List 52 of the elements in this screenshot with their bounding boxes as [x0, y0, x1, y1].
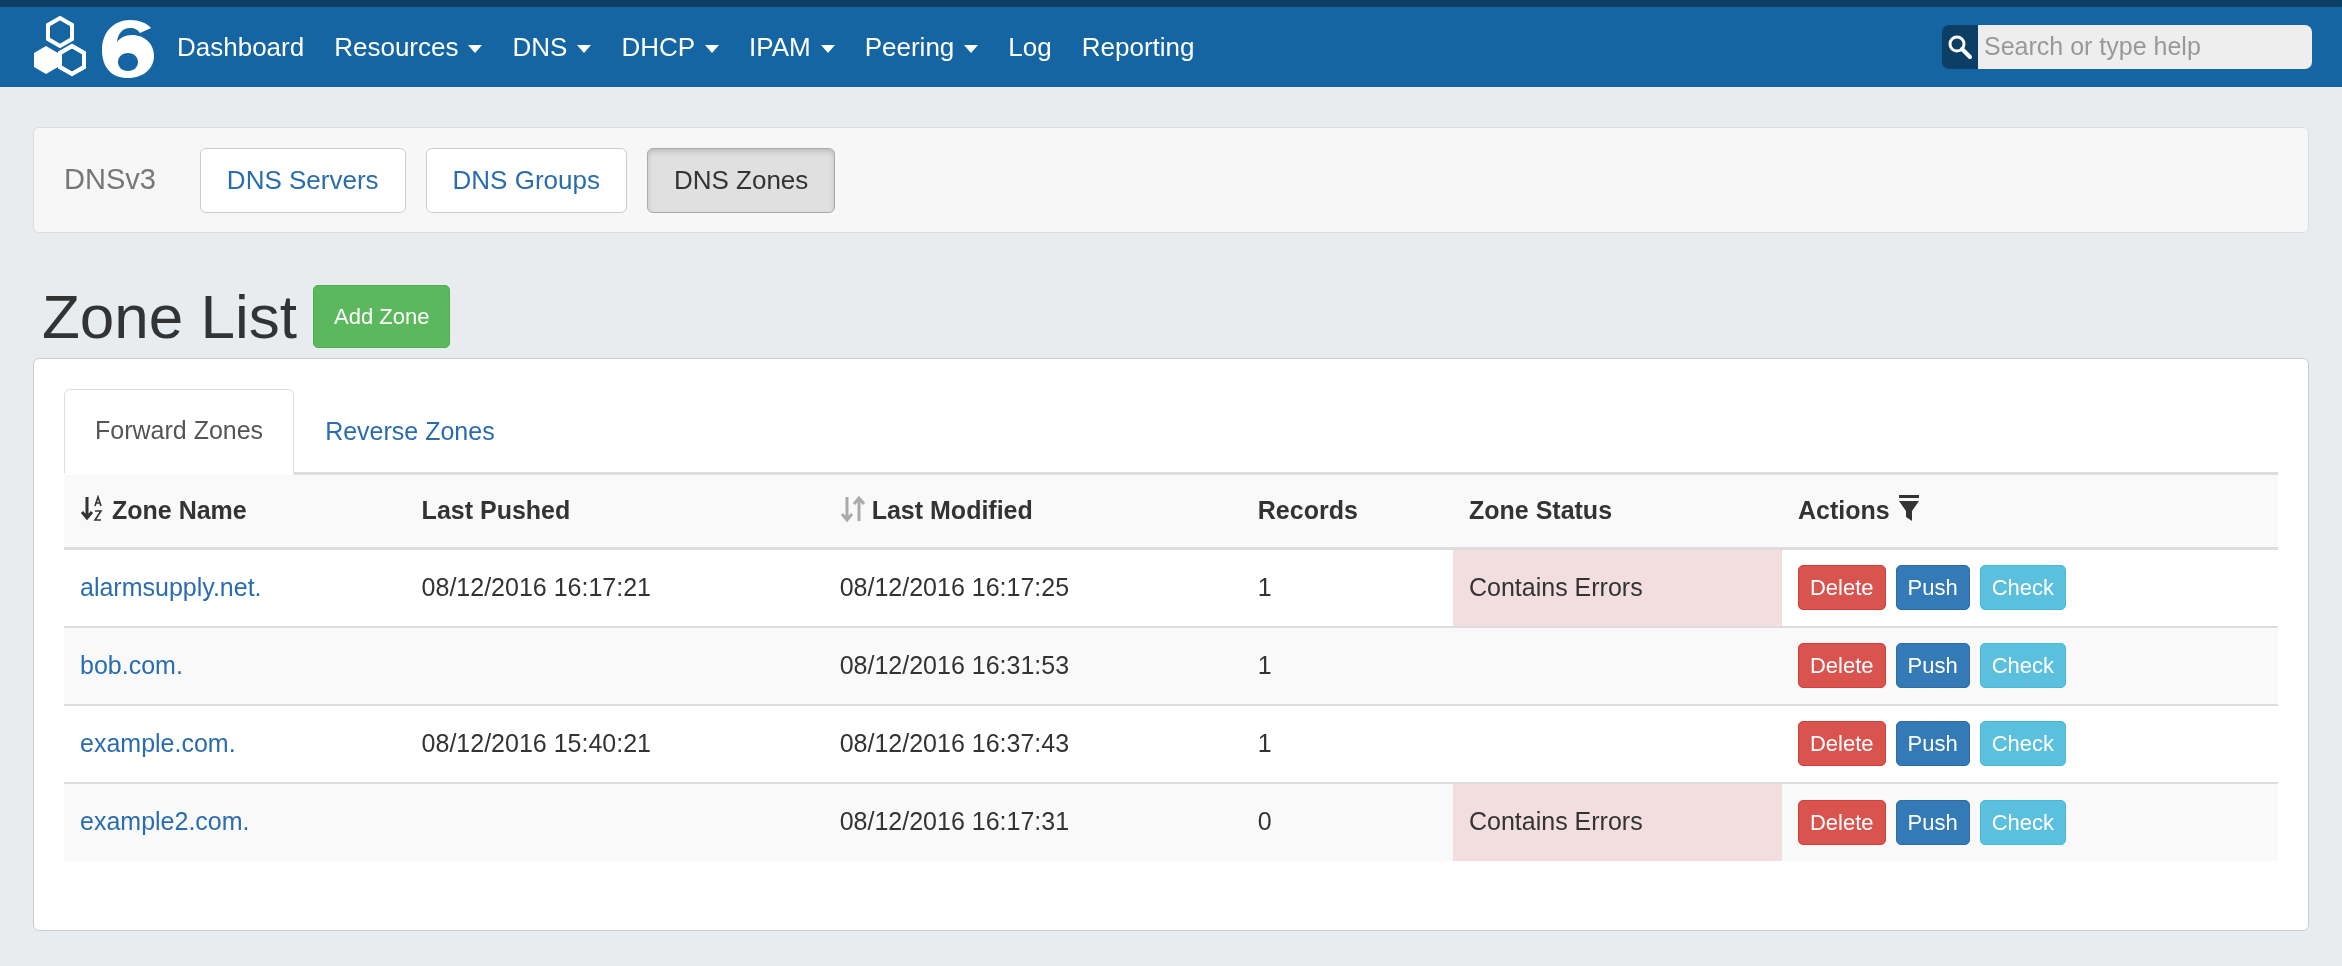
- column-header[interactable]: Actions: [1797, 496, 1890, 524]
- table-cell: 08/12/2016 16:17:25: [839, 573, 1070, 601]
- table-cell: 08/12/2016 16:31:53: [839, 650, 1070, 679]
- action-button[interactable]: Delete: [1797, 643, 1886, 688]
- column-header[interactable]: Zone Status: [1468, 496, 1613, 524]
- action-button[interactable]: Push: [1895, 799, 1970, 845]
- caret-icon[interactable]: [964, 44, 979, 53]
- nav-menu-item[interactable]: Dashboard: [162, 27, 320, 67]
- action-button[interactable]: Push: [1895, 643, 1970, 688]
- action-button[interactable]: Delete: [1797, 799, 1886, 845]
- table-cell: 08/12/2016 15:40:21: [421, 728, 651, 757]
- search-icon: [1947, 34, 1973, 60]
- caret-icon[interactable]: [577, 44, 592, 53]
- action-button[interactable]: Delete: [1797, 565, 1886, 611]
- nav-menu-item[interactable]: Peering: [849, 27, 994, 67]
- column-header[interactable]: Last Pushed: [421, 496, 571, 524]
- table-cell: 1: [1257, 650, 1272, 679]
- table-cell: 1: [1257, 728, 1272, 757]
- column-header[interactable]: Records: [1257, 496, 1358, 524]
- status-cell: Contains Errors: [1452, 782, 1782, 861]
- nav-menu-item[interactable]: DHCP: [606, 27, 735, 67]
- status-cell: Contains Errors: [1452, 548, 1782, 627]
- action-button[interactable]: Push: [1895, 721, 1970, 766]
- section-tab-button[interactable]: DNS Groups: [425, 147, 627, 213]
- zone-tab[interactable]: Forward Zones: [64, 389, 295, 475]
- caret-icon[interactable]: [468, 44, 483, 53]
- caret-icon[interactable]: [705, 44, 720, 53]
- zone-name-link[interactable]: alarmsupply.net.: [80, 573, 262, 601]
- filter-icon[interactable]: [1897, 494, 1920, 522]
- nav-menu-item[interactable]: IPAM: [734, 27, 850, 67]
- zone-name-link[interactable]: example2.com.: [80, 807, 250, 836]
- caret-icon[interactable]: [820, 44, 835, 53]
- section-tab-button[interactable]: DNS Servers: [199, 147, 406, 213]
- table-cell: 08/12/2016 16:17:21: [421, 573, 651, 601]
- table-cell: 08/12/2016 16:37:43: [839, 728, 1070, 757]
- table-cell: 08/12/2016 16:17:31: [839, 807, 1070, 836]
- nav-menu-item[interactable]: Reporting: [1066, 27, 1210, 67]
- column-header[interactable]: Last Modified: [871, 496, 1033, 524]
- nav-menu-item[interactable]: Log: [993, 27, 1067, 67]
- zone-name-link[interactable]: bob.com.: [80, 650, 183, 679]
- section-tab-button[interactable]: DNS Zones: [646, 147, 836, 213]
- column-header[interactable]: Zone Name: [112, 496, 247, 524]
- section-title: DNSv3: [64, 162, 156, 198]
- action-button[interactable]: Push: [1895, 565, 1970, 611]
- nav-menu-item[interactable]: Resources: [319, 27, 498, 67]
- action-button[interactable]: Delete: [1797, 721, 1886, 766]
- nav-menu-item[interactable]: DNS: [497, 27, 607, 67]
- table-cell: 0: [1257, 807, 1272, 836]
- table-cell: 1: [1257, 573, 1272, 601]
- page-heading: Zone List: [42, 285, 298, 348]
- zone-name-link[interactable]: example.com.: [80, 728, 236, 757]
- zone-tab[interactable]: Reverse Zones: [294, 389, 526, 475]
